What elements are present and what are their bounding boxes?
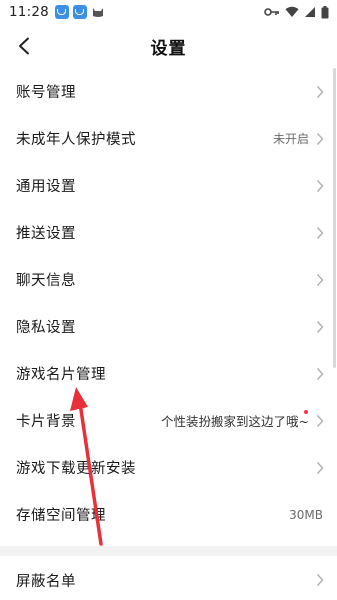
settings-item-label: 推送设置: [16, 226, 76, 242]
app-header: 设置: [0, 24, 337, 68]
settings-item-label: 游戏下载更新安装: [16, 461, 136, 477]
settings-item-label: 未成年人保护模式: [16, 132, 136, 148]
settings-item-card-background[interactable]: 卡片背景 个性装扮搬家到这边了哦~: [0, 397, 337, 444]
settings-item-storage[interactable]: 存储空间管理 30MB: [0, 491, 337, 538]
settings-list: 账号管理 未成年人保护模式 未开启 通用设置 推送设置 聊天信息 隐私设置 游戏…: [0, 68, 337, 600]
chevron-right-icon: [316, 461, 324, 474]
settings-item-label: 存储空间管理: [16, 508, 106, 524]
settings-item-block-list[interactable]: 屏蔽名单: [0, 556, 337, 600]
settings-item-account[interactable]: 账号管理: [0, 68, 337, 115]
minor-protection-status: 未开启: [272, 132, 309, 146]
settings-item-chat[interactable]: 聊天信息: [0, 256, 337, 303]
settings-item-minor-protection[interactable]: 未成年人保护模式 未开启: [0, 115, 337, 162]
chevron-right-icon: [316, 85, 324, 98]
app-icon-2: [72, 5, 87, 19]
chevron-right-icon: [316, 226, 324, 239]
settings-item-label: 聊天信息: [16, 273, 76, 289]
settings-item-label: 通用设置: [16, 179, 76, 195]
settings-item-label: 卡片背景: [16, 414, 76, 430]
chevron-right-icon: [316, 273, 324, 286]
settings-item-game-card[interactable]: 游戏名片管理: [0, 350, 337, 397]
settings-item-label: 隐私设置: [16, 320, 76, 336]
settings-item-privacy[interactable]: 隐私设置: [0, 303, 337, 350]
chevron-right-icon: [316, 132, 324, 145]
back-button[interactable]: [10, 32, 38, 60]
chevron-right-icon: [316, 414, 324, 427]
chevron-right-icon: [316, 367, 324, 380]
battery-icon: [321, 5, 329, 19]
wifi-icon: [285, 6, 299, 18]
signal-icon: [304, 6, 316, 18]
storage-size: 30MB: [289, 507, 323, 522]
settings-item-label: 账号管理: [16, 85, 76, 101]
card-background-hint: 个性装扮搬家到这边了哦~: [161, 414, 309, 429]
status-bar: 11:28: [0, 0, 337, 24]
settings-item-label: 游戏名片管理: [16, 367, 106, 383]
red-dot-badge: [304, 410, 308, 414]
key-icon: [264, 7, 280, 17]
section-divider: [0, 546, 337, 556]
chevron-right-icon: [316, 179, 324, 192]
settings-item-game-download[interactable]: 游戏下载更新安装: [0, 444, 337, 491]
settings-item-general[interactable]: 通用设置: [0, 162, 337, 209]
chevron-right-icon: [316, 320, 324, 333]
app-icon-1: [54, 5, 69, 19]
status-right-icons: [264, 5, 329, 19]
settings-item-push[interactable]: 推送设置: [0, 209, 337, 256]
page-title: 设置: [150, 38, 187, 59]
chevron-right-icon: [316, 573, 324, 587]
status-time: 11:28: [9, 4, 49, 20]
cat-icon: [91, 5, 105, 19]
scrollbar[interactable]: [333, 68, 336, 368]
settings-item-label: 屏蔽名单: [16, 573, 76, 590]
chevron-left-icon: [19, 37, 29, 55]
